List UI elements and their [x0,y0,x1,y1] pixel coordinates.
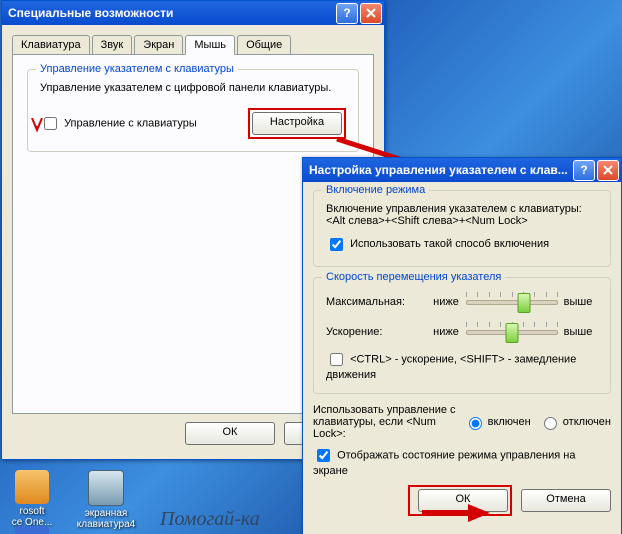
watermark-text: Помогай-ка [160,508,260,531]
tab-display[interactable]: Экран [134,35,183,54]
radio-off[interactable] [544,417,557,430]
tab-general[interactable]: Общие [237,35,291,54]
ctrl-shift-label[interactable]: <CTRL> - ускорение, <SHIFT> - замедление… [326,350,598,381]
desktop-icon-label: rosoft ce One... [12,506,53,528]
acceleration-slider[interactable] [466,320,558,344]
settings-button[interactable]: Настройка [252,112,342,135]
activation-group: Включение режима Включение управления ук… [313,190,611,267]
mousekeys-checkbox-label[interactable]: Управление с клавиатуры [40,114,197,133]
mousekeys-group: Управление указателем с клавиатуры Управ… [27,69,359,152]
ctrl-shift-checkbox[interactable] [330,353,343,366]
tab-sound[interactable]: Звук [92,35,133,54]
window-title: Специальные возможности [8,6,334,20]
help-button[interactable]: ? [336,3,358,24]
close-button[interactable] [360,3,382,24]
highlight-ok: ОК [408,485,512,516]
max-speed-label: Максимальная: [326,296,426,308]
tabstrip: Клавиатура Звук Экран Мышь Общие [12,35,374,55]
group-legend: Управление указателем с клавиатуры [36,63,238,75]
show-state-checkbox[interactable] [317,449,330,462]
tab-mouse[interactable]: Мышь [185,35,235,55]
mousekeys-settings-window: Настройка управления указателем с клав..… [302,157,622,534]
desktop-icon-osk[interactable]: экранная клавиатура4 [76,470,136,530]
desktop-icon-label: экранная клавиатура4 [77,508,135,530]
use-hotkey-checkbox[interactable] [330,238,343,251]
cancel-button[interactable]: Отмена [521,489,611,512]
group-legend: Включение режима [322,184,429,196]
low-caption: ниже [426,296,466,308]
acceleration-label: Ускорение: [326,326,426,338]
ok-button[interactable]: ОК [418,489,508,512]
radio-on-label[interactable]: включен [464,414,531,430]
high-caption: выше [558,296,598,308]
use-hotkey-label[interactable]: Использовать такой способ включения [326,238,549,250]
titlebar[interactable]: Настройка управления указателем с клав..… [303,158,621,182]
desktop-icon-office[interactable]: rosoft ce One... [2,470,62,528]
high-caption: выше [558,326,598,338]
radio-on[interactable] [469,417,482,430]
window-title: Настройка управления указателем с клав..… [309,163,571,177]
titlebar[interactable]: Специальные возможности ? [2,1,384,25]
close-button[interactable] [597,160,619,181]
activation-description: Включение управления указателем с клавиа… [326,203,598,227]
group-description: Управление указателем с цифровой панели … [40,82,346,94]
radio-off-label[interactable]: отключен [539,414,611,430]
help-button[interactable]: ? [573,160,595,181]
highlight-settings: Настройка [248,108,346,139]
desktop-icon-word[interactable]: W [2,526,62,534]
max-speed-slider[interactable] [466,290,558,314]
tab-keyboard[interactable]: Клавиатура [12,35,90,54]
mousekeys-checkbox[interactable] [44,117,57,130]
low-caption: ниже [426,326,466,338]
speed-group: Скорость перемещения указателя Максималь… [313,277,611,394]
show-state-label[interactable]: Отображать состояние режима управления н… [313,446,611,477]
ok-button[interactable]: ОК [185,422,275,445]
numlock-label: Использовать управление с клавиатуры, ес… [313,404,464,440]
group-legend: Скорость перемещения указателя [322,271,505,283]
